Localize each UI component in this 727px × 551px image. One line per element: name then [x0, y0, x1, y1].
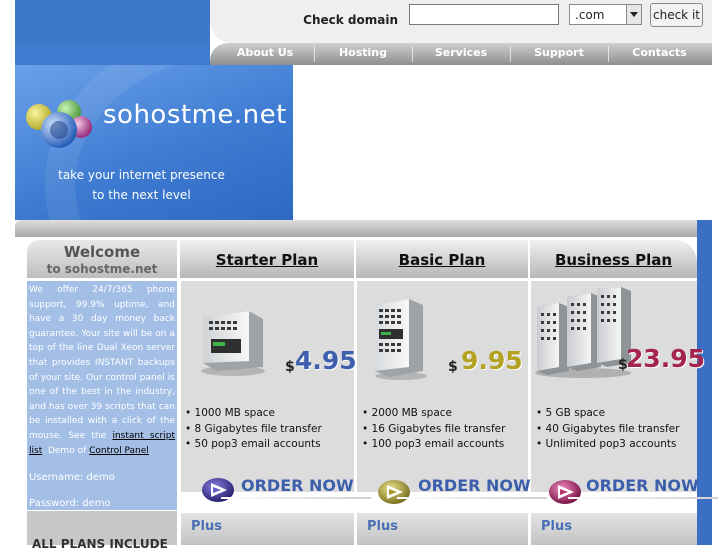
- text-period: .: [42, 445, 46, 456]
- business-plus-bar: Plus: [531, 513, 697, 545]
- chevron-down-icon: [630, 12, 638, 17]
- column-divider: [178, 240, 180, 545]
- nav-divider: [314, 46, 315, 62]
- feature-item: • 40 Gigabytes file transfer: [536, 422, 680, 435]
- logo-circles-icon: [26, 100, 92, 148]
- basic-plus-label: Plus: [367, 519, 398, 534]
- demo-prefix: Demo of: [47, 445, 87, 456]
- intro-text: We offer 24/7/365 phone support, 99.9% u…: [29, 285, 175, 441]
- business-price: 23.95: [626, 344, 706, 373]
- column-divider: [528, 240, 530, 545]
- server-icon: [375, 299, 427, 380]
- welcome-header: Welcome to sohostme.net: [27, 240, 177, 278]
- all-plans-panel: ALL PLANS INCLUDE: [27, 511, 177, 551]
- welcome-subtitle: to sohostme.net: [46, 262, 158, 276]
- tagline-line-1: take your internet presence: [58, 168, 225, 182]
- header-left-strip: [15, 45, 210, 65]
- welcome-title: Welcome: [63, 243, 141, 261]
- check-domain-label: Check domain: [303, 13, 398, 27]
- feature-item: • 1000 MB space: [185, 407, 275, 419]
- demo-password: Password: demo: [29, 498, 111, 509]
- demo-username: Username: demo: [29, 472, 115, 483]
- nav-divider: [608, 46, 609, 62]
- business-plan-title[interactable]: Business Plan: [530, 251, 697, 269]
- order-now-label: ORDER NOW: [586, 476, 699, 495]
- nav-divider: [412, 46, 413, 62]
- basic-order-button[interactable]: ORDER NOW: [377, 473, 547, 504]
- column-divider: [354, 240, 356, 545]
- starter-plan-title[interactable]: Starter Plan: [180, 251, 354, 269]
- main-nav: About Us Hosting Services Support Contac…: [210, 43, 712, 65]
- business-features: • 5 GB space • 40 Gigabytes file transfe…: [536, 406, 679, 453]
- order-now-label: ORDER NOW: [418, 476, 531, 495]
- starter-plan-header: Starter Plan: [180, 240, 354, 278]
- welcome-panel: We offer 24/7/365 phone support, 99.9% u…: [27, 281, 177, 510]
- content-top-strip: [15, 220, 712, 237]
- basic-features: • 2000 MB space • 16 Gigabytes file tran…: [362, 406, 505, 453]
- feature-item: • 8 Gigabytes file transfer: [185, 422, 322, 435]
- business-plan-card: $ 23.95 • 5 GB space • 40 Gigabytes file…: [531, 281, 718, 504]
- domain-input[interactable]: [409, 4, 559, 25]
- feature-item: • Unlimited pop3 accounts: [536, 438, 677, 450]
- order-arrow-icon: [378, 480, 410, 504]
- starter-features: • 1000 MB space • 8 Gigabytes file trans…: [185, 406, 322, 453]
- nav-divider: [510, 46, 511, 62]
- starter-plus-label: Plus: [191, 519, 222, 534]
- welcome-text: We offer 24/7/365 phone support, 99.9% u…: [29, 283, 175, 509]
- starter-order-button[interactable]: ORDER NOW: [201, 473, 371, 503]
- starter-plus-bar: Plus: [181, 513, 354, 545]
- business-plan-header: Business Plan: [530, 240, 697, 278]
- control-panel-link[interactable]: Control Panel: [89, 446, 149, 456]
- order-arrow-icon: [549, 480, 581, 504]
- feature-item: • 50 pop3 email accounts: [185, 438, 321, 450]
- tagline-line-2: to the next level: [92, 188, 191, 202]
- nav-services[interactable]: Services: [416, 43, 506, 65]
- tld-dropdown-button[interactable]: [626, 5, 641, 24]
- nav-contacts[interactable]: Contacts: [612, 43, 707, 65]
- nav-hosting[interactable]: Hosting: [318, 43, 408, 65]
- basic-plus-bar: Plus: [357, 513, 528, 545]
- order-underline: [397, 497, 547, 499]
- all-plans-title: ALL PLANS INCLUDE: [32, 537, 168, 551]
- basic-plan-title[interactable]: Basic Plan: [356, 251, 528, 269]
- starter-price-dollar: $: [285, 359, 295, 375]
- feature-item: • 100 pop3 email accounts: [362, 438, 505, 450]
- hero-banner: sohostme.net take your internet presence…: [15, 65, 293, 220]
- basic-price-dollar: $: [448, 359, 458, 375]
- site-logo-text[interactable]: sohostme.net: [103, 100, 287, 130]
- header-left-panel: [15, 0, 210, 45]
- feature-item: • 2000 MB space: [362, 407, 452, 419]
- feature-item: • 16 Gigabytes file transfer: [362, 422, 506, 435]
- nav-support[interactable]: Support: [514, 43, 604, 65]
- business-plus-label: Plus: [541, 519, 572, 534]
- starter-plan-card: $ 4.95 • 1000 MB space • 8 Gigabytes fil…: [181, 281, 371, 502]
- order-underline: [568, 497, 718, 499]
- server-icon: [201, 311, 265, 376]
- order-underline: [221, 497, 371, 499]
- basic-plan-header: Basic Plan: [356, 240, 528, 278]
- feature-item: • 5 GB space: [536, 407, 606, 419]
- starter-price: 4.95: [295, 346, 357, 375]
- business-order-button[interactable]: ORDER NOW: [548, 473, 718, 504]
- basic-plan-card: $ 9.95 • 2000 MB space • 16 Gigabytes fi…: [357, 281, 547, 504]
- check-it-button[interactable]: check it: [650, 3, 703, 27]
- tld-selected-value: .com: [575, 8, 605, 22]
- nav-about-us[interactable]: About Us: [220, 43, 310, 65]
- order-now-label: ORDER NOW: [241, 476, 354, 495]
- tld-select[interactable]: .com: [569, 4, 642, 25]
- basic-price: 9.95: [461, 346, 523, 375]
